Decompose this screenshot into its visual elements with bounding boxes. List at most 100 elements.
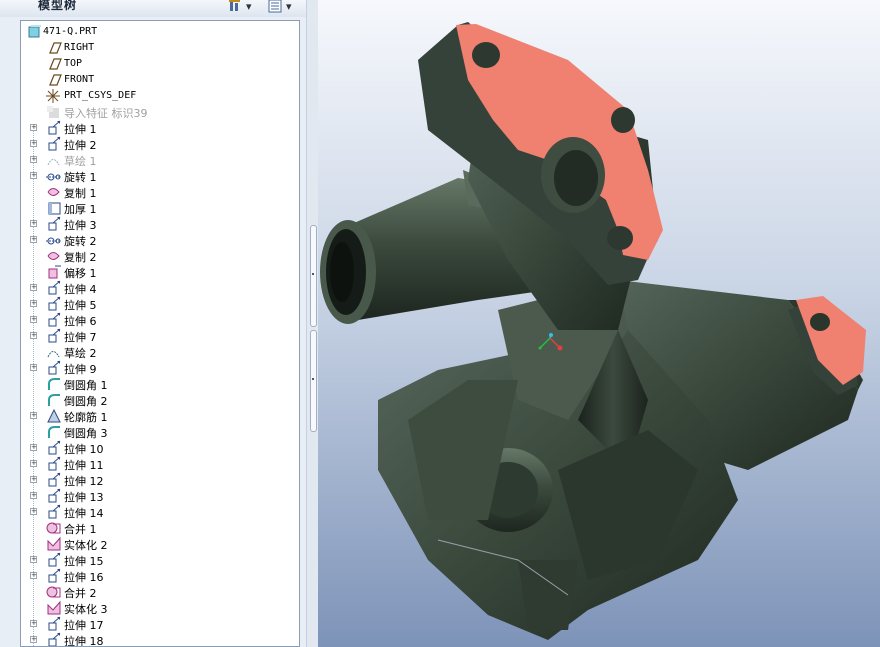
tree-item[interactable]: + 旋转 1: [21, 168, 281, 184]
expand-icon[interactable]: +: [30, 572, 37, 579]
tree-item-label: 导入特征 标识39: [64, 107, 148, 120]
tree-item-label: 草绘 1: [64, 155, 97, 168]
tree-item[interactable]: 倒圆角 1: [21, 376, 281, 392]
tree-item-label: 拉伸 18: [64, 635, 104, 647]
expand-icon[interactable]: +: [30, 284, 37, 291]
tree-item[interactable]: + 拉伸 18: [21, 632, 281, 647]
tree-item[interactable]: 倒圆角 2: [21, 392, 281, 408]
bolt-hole-icon: [472, 42, 500, 68]
tree-item[interactable]: + 拉伸 15: [21, 552, 281, 568]
tree-item[interactable]: 复制 1: [21, 184, 281, 200]
tree-item-label: 拉伸 12: [64, 475, 104, 488]
expand-icon[interactable]: +: [30, 444, 37, 451]
tree-item-label: 拉伸 11: [64, 459, 104, 472]
expand-icon[interactable]: +: [30, 476, 37, 483]
extrude-icon: [45, 552, 62, 568]
expand-icon[interactable]: +: [30, 140, 37, 147]
splitter-handle-top[interactable]: [310, 225, 317, 327]
extrude-icon: [45, 456, 62, 472]
tree-item[interactable]: + 拉伸 13: [21, 488, 281, 504]
tree-item-label: 拉伸 10: [64, 443, 104, 456]
extrude-icon: [45, 568, 62, 584]
model-render[interactable]: [318, 0, 880, 647]
tree-item[interactable]: + 拉伸 17: [21, 616, 281, 632]
expand-icon[interactable]: +: [30, 156, 37, 163]
tree-item[interactable]: + 拉伸 9: [21, 360, 281, 376]
tree-item-label: 实体化 3: [64, 603, 108, 616]
tree-item[interactable]: + 拉伸 12: [21, 472, 281, 488]
tree-item[interactable]: + 拉伸 14: [21, 504, 281, 520]
expand-icon[interactable]: +: [30, 412, 37, 419]
model-tree[interactable]: 471-Q.PRT RIGHT TOP FRONT PRT_CSYS_DEF 导入特征 标…: [20, 20, 300, 647]
tree-item-label: TOP: [64, 58, 83, 69]
tree-item[interactable]: + 拉伸 7: [21, 328, 281, 344]
tree-item[interactable]: RIGHT: [21, 40, 281, 56]
expand-icon[interactable]: +: [30, 364, 37, 371]
tree-item[interactable]: 草绘 2: [21, 344, 281, 360]
tree-item-label: 复制 1: [64, 187, 97, 200]
tree-item[interactable]: + 拉伸 3: [21, 216, 281, 232]
tree-item[interactable]: 实体化 3: [21, 600, 281, 616]
tree-item-label: 471-Q.PRT: [43, 26, 98, 37]
tree-item[interactable]: + 拉伸 5: [21, 296, 281, 312]
expand-icon[interactable]: +: [30, 220, 37, 227]
expand-icon[interactable]: +: [30, 492, 37, 499]
tree-item[interactable]: 加厚 1: [21, 200, 281, 216]
tree-item[interactable]: 复制 2: [21, 248, 281, 264]
tree-item[interactable]: + 拉伸 4: [21, 280, 281, 296]
expand-icon[interactable]: +: [30, 300, 37, 307]
tree-item[interactable]: TOP: [21, 56, 281, 72]
tree-item[interactable]: 471-Q.PRT: [21, 24, 281, 40]
expand-icon[interactable]: +: [30, 460, 37, 467]
graphics-viewport[interactable]: [318, 0, 880, 647]
expand-icon[interactable]: +: [30, 508, 37, 515]
expand-icon[interactable]: +: [30, 124, 37, 131]
tree-item[interactable]: + 轮廓筋 1: [21, 408, 281, 424]
tree-item[interactable]: + 拉伸 6: [21, 312, 281, 328]
tree-item[interactable]: FRONT: [21, 72, 281, 88]
expand-icon[interactable]: +: [30, 620, 37, 627]
tree-item-label: 拉伸 7: [64, 331, 97, 344]
splitter-handle-bottom[interactable]: [310, 330, 317, 432]
import-icon: [45, 104, 62, 120]
tree-item[interactable]: 导入特征 标识39: [21, 104, 281, 120]
tree-columns-button[interactable]: ▾: [268, 0, 292, 14]
tree-item[interactable]: + 拉伸 11: [21, 456, 281, 472]
datum-plane-icon: [45, 72, 62, 88]
bolt-hole-icon: [810, 313, 830, 331]
extrude-icon: [45, 296, 62, 312]
rib-icon: [45, 408, 62, 424]
tree-item[interactable]: + 拉伸 1: [21, 120, 281, 136]
tree-item[interactable]: + 拉伸 2: [21, 136, 281, 152]
tree-item[interactable]: 实体化 2: [21, 536, 281, 552]
bolt-hole-icon: [611, 107, 635, 133]
tree-item[interactable]: + 草绘 1: [21, 152, 281, 168]
round-icon: [45, 424, 62, 440]
expand-icon[interactable]: +: [30, 556, 37, 563]
tree-item[interactable]: 倒圆角 3: [21, 424, 281, 440]
tree-item[interactable]: + 旋转 2: [21, 232, 281, 248]
expand-icon[interactable]: +: [30, 332, 37, 339]
tree-item-label: FRONT: [64, 74, 95, 85]
model-tree-header: 模型树 ▾ ▾: [0, 0, 318, 17]
expand-icon[interactable]: +: [30, 316, 37, 323]
tree-item[interactable]: + 拉伸 10: [21, 440, 281, 456]
tree-item-label: 拉伸 13: [64, 491, 104, 504]
expand-icon[interactable]: +: [30, 236, 37, 243]
offset-icon: [45, 264, 62, 280]
tree-item-label: 拉伸 3: [64, 219, 97, 232]
extrude-icon: [45, 504, 62, 520]
tree-settings-icon: [229, 0, 240, 11]
expand-icon[interactable]: +: [30, 172, 37, 179]
solidify-icon: [45, 600, 62, 616]
tree-item[interactable]: 合并 1: [21, 520, 281, 536]
extrude-icon: [45, 632, 62, 646]
solidify-icon: [45, 536, 62, 552]
tree-settings-button[interactable]: ▾: [228, 0, 252, 14]
expand-icon[interactable]: +: [30, 636, 37, 643]
tree-item[interactable]: PRT_CSYS_DEF: [21, 88, 281, 104]
tree-item[interactable]: 合并 2: [21, 584, 281, 600]
tree-item[interactable]: 偏移 1: [21, 264, 281, 280]
tree-item[interactable]: + 拉伸 16: [21, 568, 281, 584]
extrude-icon: [45, 120, 62, 136]
